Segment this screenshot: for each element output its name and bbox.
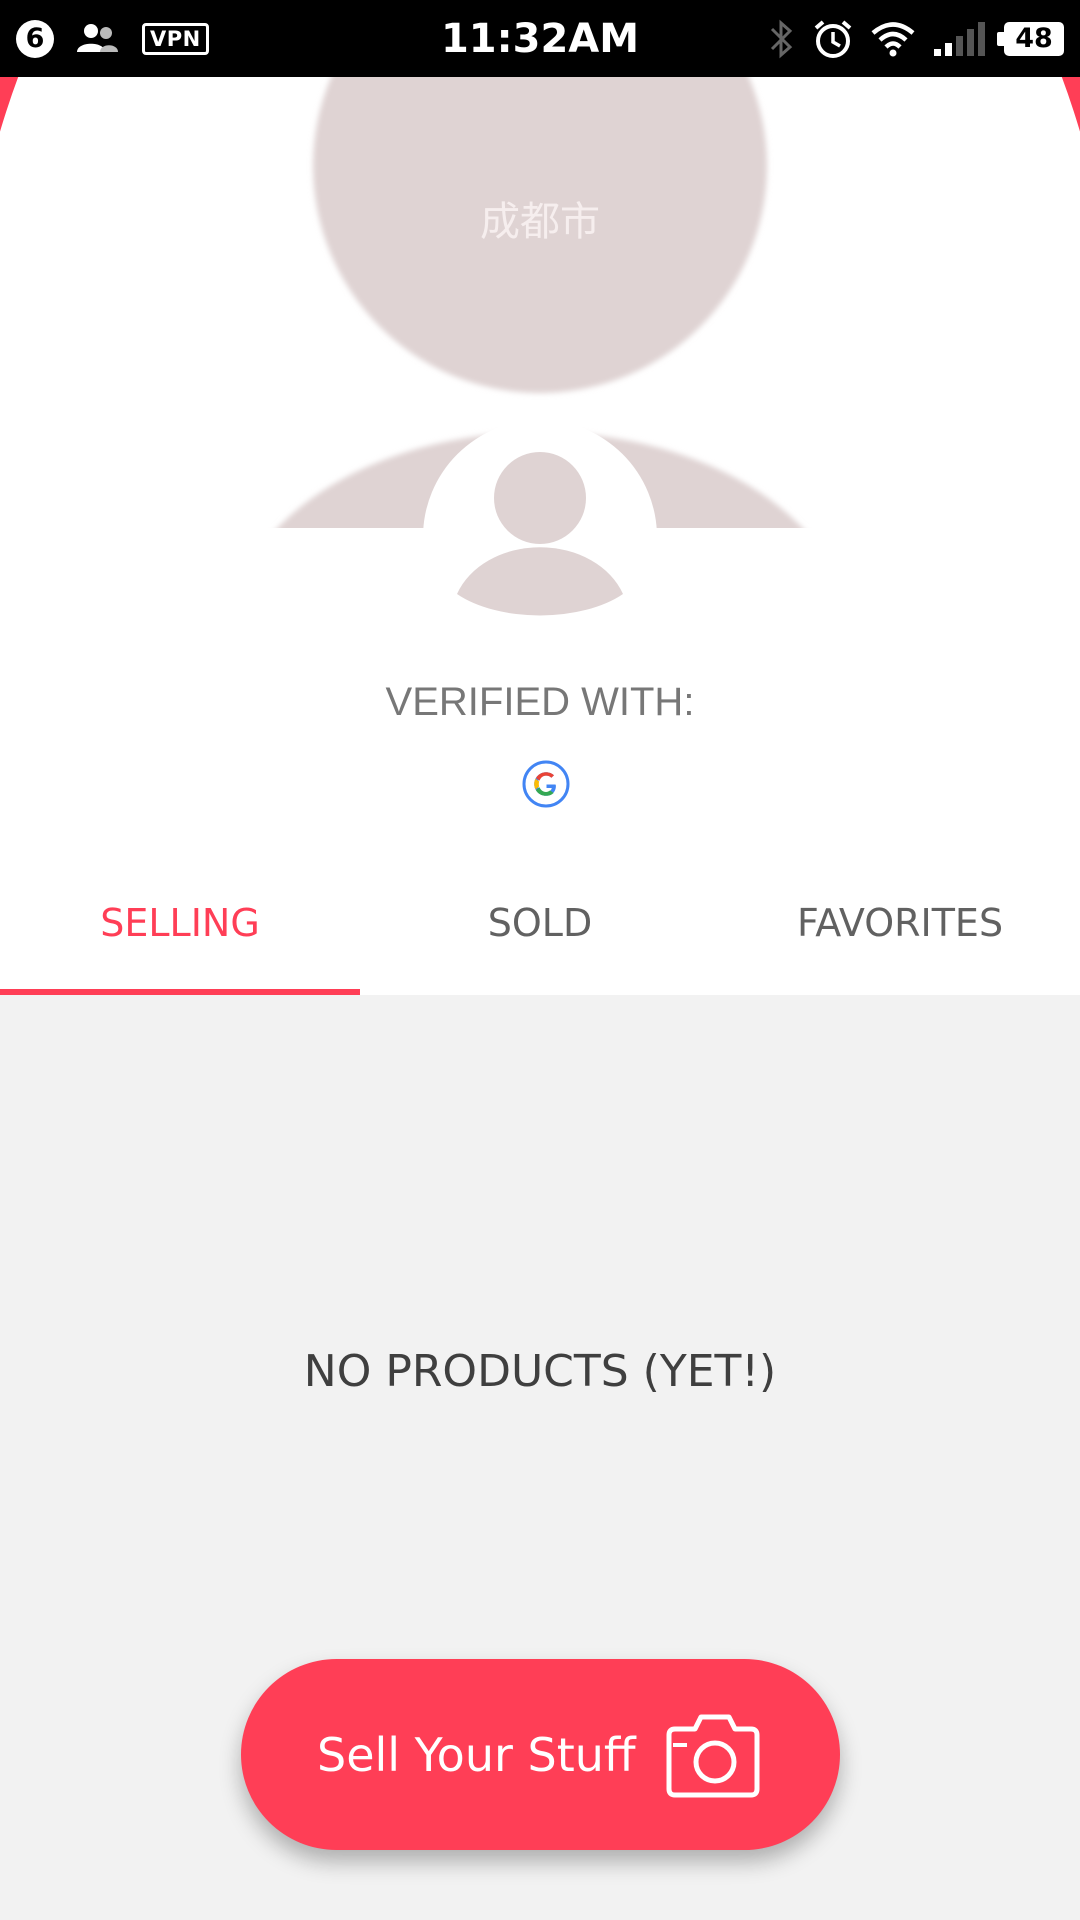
google-icon [522, 760, 570, 808]
tab-favorites[interactable]: FAVORITES [720, 850, 1080, 995]
status-bar: 6 VPN 11:32AM 48 [0, 0, 1080, 77]
status-right: 48 [768, 0, 1064, 77]
empty-state-message: NO PRODUCTS (YET!) [303, 1346, 777, 1397]
signal-icon [934, 21, 985, 56]
sell-button-label: Sell Your Stuff [317, 1727, 636, 1782]
cover-location-label: 成都市 [480, 199, 600, 245]
sell-your-stuff-button[interactable]: Sell Your Stuff [241, 1659, 840, 1850]
profile-tabs: SELLING SOLD FAVORITES [0, 850, 1080, 995]
wifi-icon [871, 21, 915, 56]
camera-icon [666, 1714, 760, 1798]
battery-indicator: 48 [997, 21, 1064, 56]
tab-sold[interactable]: SOLD [360, 850, 720, 995]
bluetooth-icon [770, 19, 793, 58]
user-placeholder-icon [457, 452, 623, 616]
alarm-icon [814, 19, 852, 58]
tab-selling[interactable]: SELLING [0, 850, 360, 995]
avatar[interactable] [423, 420, 657, 654]
verified-with-label: VERIFIED WITH: [385, 680, 695, 724]
